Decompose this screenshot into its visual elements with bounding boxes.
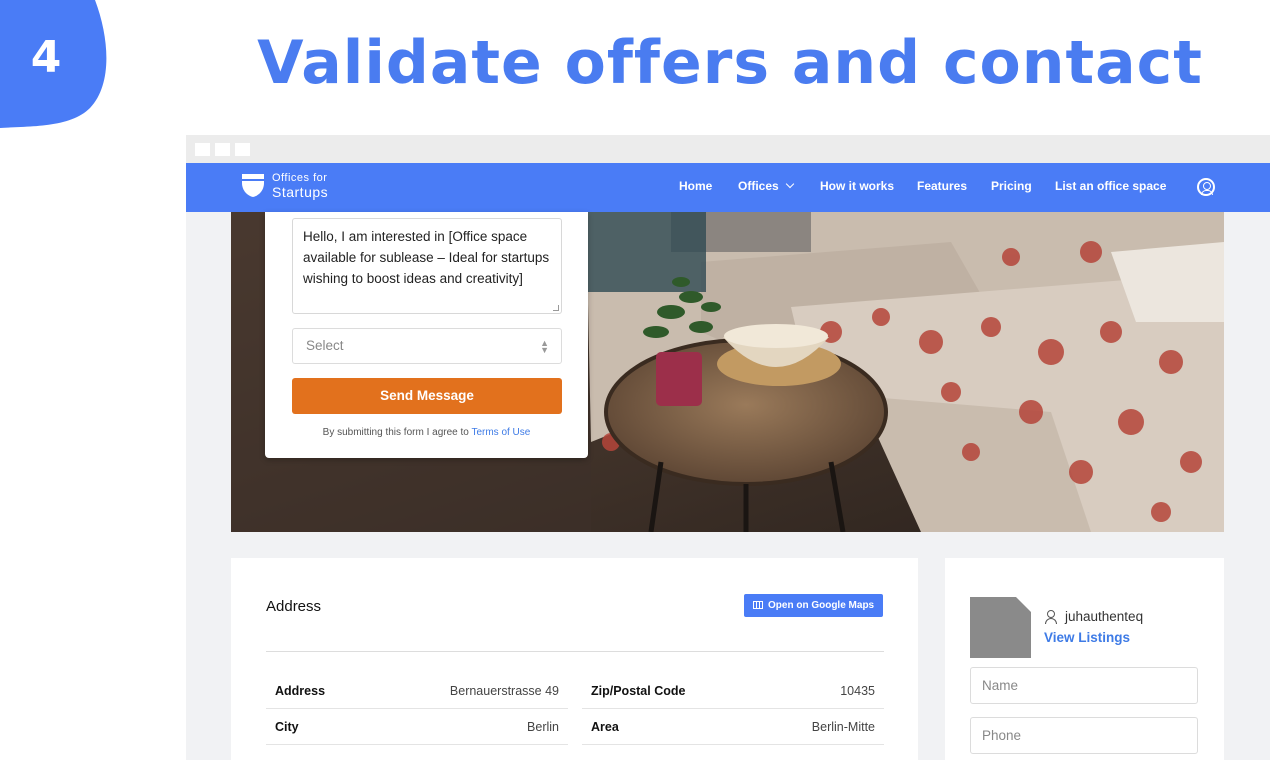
detail-row: Area Berlin-Mitte xyxy=(582,709,884,745)
open-google-maps-button[interactable]: Open on Google Maps xyxy=(744,594,883,617)
window-control-dot[interactable] xyxy=(215,143,230,156)
phone-field[interactable]: Phone xyxy=(970,717,1198,754)
logo-line-1: Offices for xyxy=(272,172,328,184)
detail-row: Zip/Postal Code 10435 xyxy=(582,673,884,709)
name-field[interactable]: Name xyxy=(970,667,1198,704)
address-title: Address xyxy=(266,598,322,615)
window-control-dot[interactable] xyxy=(235,143,250,156)
contact-form-card: Hello, I am interested in [Office space … xyxy=(265,212,588,458)
nav-how-it-works[interactable]: How it works xyxy=(820,179,894,193)
logo-line-2: Startups xyxy=(272,184,329,200)
step-number: 4 xyxy=(30,32,62,83)
detail-key: Area xyxy=(591,720,619,734)
phone-placeholder: Phone xyxy=(982,728,1022,743)
detail-value: Berlin-Mitte xyxy=(811,720,875,734)
nav-list-office-space[interactable]: List an office space xyxy=(1055,179,1166,193)
detail-row: Address Bernauerstrasse 49 xyxy=(266,673,568,709)
resize-handle-icon[interactable] xyxy=(553,305,559,311)
nav-home[interactable]: Home xyxy=(679,179,712,193)
select-placeholder: Select xyxy=(306,338,344,353)
owner-username: juhauthenteq xyxy=(1065,609,1144,624)
nav-pricing[interactable]: Pricing xyxy=(991,179,1032,193)
browser-chrome xyxy=(186,135,1270,163)
view-listings-link[interactable]: View Listings xyxy=(1044,630,1130,645)
detail-key: City xyxy=(275,720,299,734)
name-placeholder: Name xyxy=(982,678,1019,693)
user-icon xyxy=(1045,610,1057,624)
address-card: Address Open on Google Maps Address Bern… xyxy=(231,558,918,760)
nav-offices[interactable]: Offices xyxy=(738,179,794,193)
browser-window: Offices for Startups Home Offices How it… xyxy=(186,135,1270,760)
slide: 4 Validate offers and contact Offices fo… xyxy=(0,0,1270,760)
document-placeholder-icon xyxy=(970,597,1031,658)
detail-value: 10435 xyxy=(840,684,875,698)
site-navbar: Offices for Startups Home Offices How it… xyxy=(186,163,1270,212)
terms-notice: By submitting this form I agree to Terms… xyxy=(265,427,588,438)
owner-contact-card: juhauthenteq View Listings Name Phone xyxy=(945,558,1224,760)
terms-prefix: By submitting this form I agree to xyxy=(322,427,472,438)
chevron-down-icon xyxy=(785,179,794,189)
detail-key: Zip/Postal Code xyxy=(591,684,686,698)
message-textarea[interactable]: Hello, I am interested in [Office space … xyxy=(292,218,562,314)
detail-row: City Berlin xyxy=(266,709,568,745)
slide-title: Validate offers and contact xyxy=(257,28,1203,98)
select-arrows-icon: ▲ ▼ xyxy=(540,338,549,355)
divider xyxy=(266,651,884,652)
detail-key: Address xyxy=(275,684,326,698)
maps-button-label: Open on Google Maps xyxy=(768,600,875,611)
nav-offices-label: Offices xyxy=(738,179,779,193)
nav-features[interactable]: Features xyxy=(917,179,967,193)
shield-logo-icon xyxy=(242,174,264,197)
window-control-dot[interactable] xyxy=(195,143,210,156)
user-circle-icon[interactable] xyxy=(1197,178,1215,196)
message-text: Hello, I am interested in [Office space … xyxy=(303,229,550,286)
terms-of-use-link[interactable]: Terms of Use xyxy=(471,427,530,438)
detail-value: Berlin xyxy=(527,720,559,734)
send-message-button[interactable]: Send Message xyxy=(292,378,562,414)
inquiry-select[interactable]: Select ▲ ▼ xyxy=(292,328,562,364)
detail-value: Bernauerstrasse 49 xyxy=(449,684,559,698)
map-icon xyxy=(753,601,763,609)
